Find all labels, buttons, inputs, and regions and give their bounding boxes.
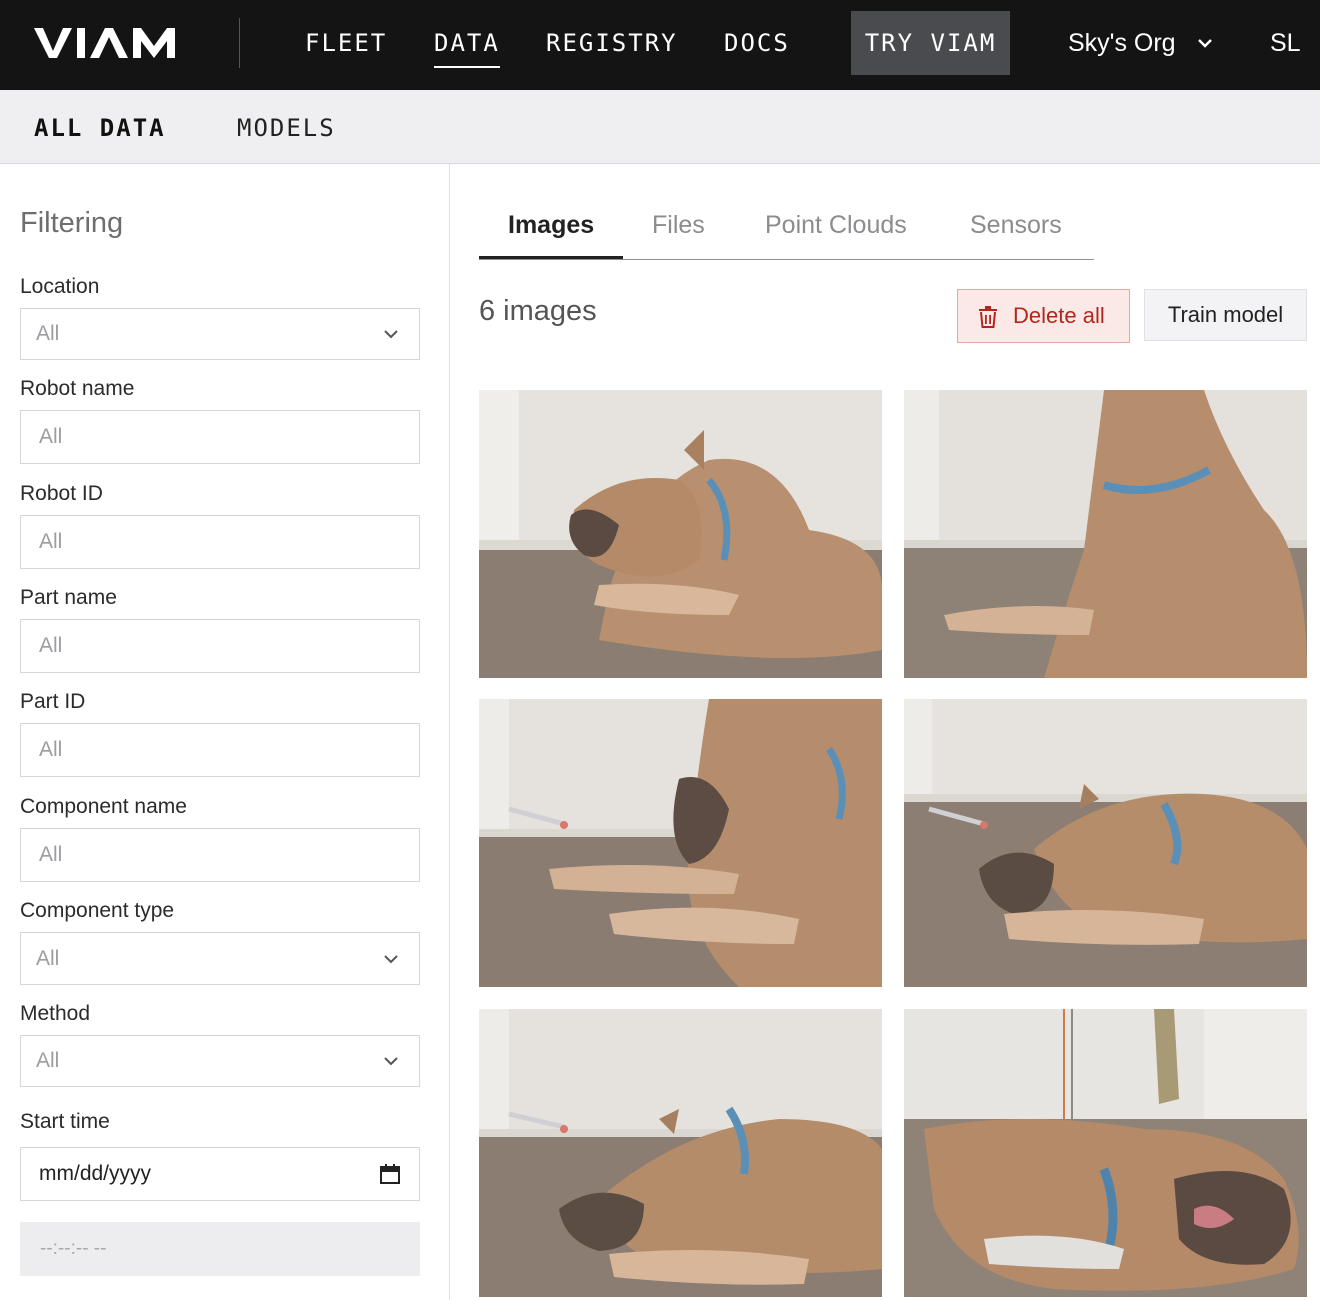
dog-photo bbox=[904, 1009, 1307, 1297]
nav-registry[interactable]: REGISTRY bbox=[546, 28, 678, 58]
robot-id-placeholder: All bbox=[39, 530, 63, 553]
dog-photo bbox=[479, 1009, 882, 1297]
calendar-icon[interactable] bbox=[379, 1163, 401, 1185]
user-avatar[interactable]: SL bbox=[1270, 28, 1301, 58]
robot-name-placeholder: All bbox=[39, 425, 63, 448]
nav-data[interactable]: DATA bbox=[434, 28, 500, 68]
dog-photo bbox=[479, 699, 882, 987]
nav-fleet[interactable]: FLEET bbox=[305, 28, 387, 58]
tab-sensors[interactable]: Sensors bbox=[970, 210, 1062, 240]
try-viam-button[interactable]: TRY VIAM bbox=[851, 11, 1010, 75]
org-switcher[interactable]: Sky's Org bbox=[1068, 28, 1176, 58]
delete-all-label: Delete all bbox=[1013, 303, 1105, 328]
top-nav-bar: FLEET DATA REGISTRY DOCS TRY VIAM Sky's … bbox=[0, 0, 1320, 90]
image-thumbnail[interactable] bbox=[479, 699, 882, 987]
tab-point-clouds[interactable]: Point Clouds bbox=[765, 210, 907, 240]
subnav-models[interactable]: MODELS bbox=[237, 114, 336, 142]
train-model-button[interactable]: Train model bbox=[1144, 289, 1307, 341]
component-type-label: Component type bbox=[20, 899, 175, 922]
image-thumbnail[interactable] bbox=[904, 699, 1307, 987]
image-thumbnail[interactable] bbox=[479, 390, 882, 678]
chevron-down-icon bbox=[384, 330, 398, 339]
robot-name-input[interactable]: All bbox=[20, 410, 420, 464]
tab-files[interactable]: Files bbox=[652, 210, 705, 240]
tab-images[interactable]: Images bbox=[508, 210, 594, 240]
start-time-input[interactable]: --:--:-- -- bbox=[20, 1222, 420, 1276]
nav-docs[interactable]: DOCS bbox=[724, 28, 790, 58]
part-id-label: Part ID bbox=[20, 690, 86, 713]
component-type-select[interactable]: All bbox=[20, 932, 420, 985]
trash-icon bbox=[979, 306, 997, 328]
image-thumbnail[interactable] bbox=[904, 390, 1307, 678]
robot-id-input[interactable]: All bbox=[20, 515, 420, 569]
dog-photo bbox=[904, 699, 1307, 987]
component-name-label: Component name bbox=[20, 795, 187, 818]
active-tab-indicator bbox=[479, 256, 623, 259]
data-type-tabs: Images Files Point Clouds Sensors bbox=[479, 164, 1094, 260]
part-name-input[interactable]: All bbox=[20, 619, 420, 673]
component-type-value: All bbox=[36, 946, 60, 970]
chevron-down-icon bbox=[384, 954, 398, 963]
logo-divider bbox=[239, 18, 240, 68]
method-value: All bbox=[36, 1049, 60, 1072]
dog-photo bbox=[479, 390, 882, 678]
start-time-placeholder: --:--:-- -- bbox=[40, 1238, 107, 1259]
part-id-input[interactable]: All bbox=[20, 723, 420, 777]
location-select[interactable]: All bbox=[20, 308, 420, 360]
robot-id-label: Robot ID bbox=[20, 482, 103, 505]
component-name-input[interactable]: All bbox=[20, 828, 420, 882]
image-thumbnail[interactable] bbox=[904, 1009, 1307, 1297]
subnav-all-data[interactable]: ALL DATA bbox=[34, 114, 166, 142]
location-label: Location bbox=[20, 275, 100, 298]
image-thumbnail[interactable] bbox=[479, 1009, 882, 1297]
part-name-placeholder: All bbox=[39, 634, 63, 657]
start-date-placeholder: mm/dd/yyyy bbox=[39, 1162, 152, 1185]
delete-all-button[interactable]: Delete all bbox=[957, 289, 1130, 343]
viam-logo[interactable] bbox=[34, 26, 184, 60]
dog-photo bbox=[904, 390, 1307, 678]
part-name-label: Part name bbox=[20, 586, 117, 609]
chevron-down-icon bbox=[384, 1057, 398, 1066]
robot-name-label: Robot name bbox=[20, 377, 135, 400]
part-id-placeholder: All bbox=[39, 738, 63, 761]
start-time-label: Start time bbox=[20, 1110, 110, 1133]
data-sub-nav: ALL DATA MODELS bbox=[0, 90, 1320, 164]
method-label: Method bbox=[20, 1002, 91, 1025]
start-date-input[interactable]: mm/dd/yyyy bbox=[20, 1147, 420, 1201]
method-select[interactable]: All bbox=[20, 1035, 420, 1087]
location-value: All bbox=[36, 322, 60, 345]
image-count: 6 images bbox=[479, 295, 597, 327]
filter-title: Filtering bbox=[20, 207, 124, 239]
component-name-placeholder: All bbox=[39, 843, 63, 866]
chevron-down-icon[interactable] bbox=[1196, 34, 1214, 52]
filter-sidebar: Filtering Location All Robot name All Ro… bbox=[0, 164, 450, 1300]
